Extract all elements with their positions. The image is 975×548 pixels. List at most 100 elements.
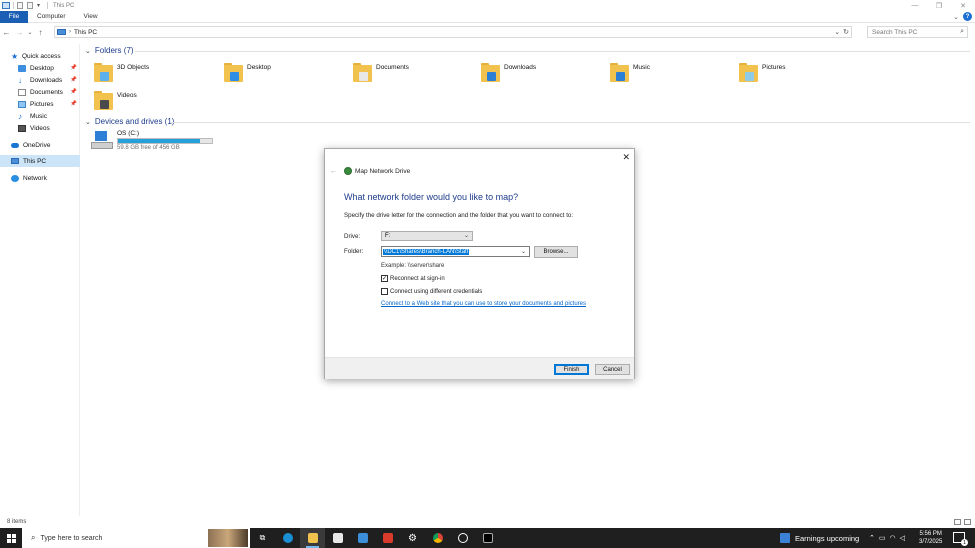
web-storage-link[interactable]: Connect to a Web site that you can use t…	[381, 301, 586, 307]
terminal-icon	[482, 533, 493, 543]
sidebar-item-onedrive[interactable]: OneDrive	[0, 139, 80, 151]
sidebar-item-desktop[interactable]: Desktop 📌	[0, 62, 80, 74]
properties-icon[interactable]	[17, 2, 23, 9]
taskbar-settings[interactable]: ⚙	[400, 528, 425, 548]
folder-music[interactable]: Music	[610, 63, 650, 83]
gear-icon: ⚙	[408, 532, 417, 544]
taskbar-edge[interactable]	[275, 528, 300, 548]
sidebar-item-this-pc[interactable]: This PC	[0, 155, 80, 167]
cancel-button[interactable]: Cancel	[595, 364, 630, 375]
tab-view[interactable]: View	[75, 13, 107, 20]
drive-label: Drive:	[344, 233, 361, 240]
taskbar-chrome[interactable]	[425, 528, 450, 548]
up-arrow-icon[interactable]: ↑	[34, 28, 47, 37]
browse-button[interactable]: Browse...	[534, 246, 578, 258]
address-history-icon[interactable]: ⌄	[834, 28, 840, 36]
chevron-down-icon[interactable]: ⌄	[521, 248, 526, 255]
taskbar-terminal[interactable]	[475, 528, 500, 548]
drive-usage-fill	[118, 139, 200, 143]
folder-label: Downloads	[504, 64, 537, 71]
task-view-button[interactable]: ⧉	[250, 528, 275, 548]
folder-icon	[739, 63, 758, 83]
folder-path-combobox[interactable]: \\DC1\Shares\Branch-LAN\Staff ⌄	[381, 246, 530, 257]
battery-icon[interactable]: ▭	[879, 534, 886, 542]
clock[interactable]: 5:56 PM 3/7/2025	[919, 530, 942, 546]
credentials-checkbox[interactable]	[381, 288, 388, 295]
taskbar-store[interactable]	[325, 528, 350, 548]
breadcrumb-this-pc[interactable]: This PC	[74, 29, 97, 36]
drive-letter-select[interactable]: F: ⌄	[381, 231, 473, 241]
help-icon[interactable]: ?	[963, 12, 972, 21]
file-tab[interactable]: File	[0, 10, 28, 23]
taskbar-app-circle[interactable]	[450, 528, 475, 548]
wifi-icon[interactable]: ◠	[890, 534, 896, 542]
tab-computer[interactable]: Computer	[28, 13, 75, 20]
view-toggle	[954, 519, 971, 525]
reconnect-checkbox[interactable]: ✓	[381, 275, 388, 282]
minimize-button[interactable]: —	[903, 0, 927, 11]
close-button[interactable]: ✕	[951, 0, 975, 11]
folder-3d-objects[interactable]: 3D Objects	[94, 63, 149, 83]
drive-os-c[interactable]: OS (C:) 59.8 GB free of 456 GB	[91, 130, 213, 151]
folder-label: Folder:	[344, 248, 364, 255]
sidebar-item-quick-access[interactable]: ★ Quick access	[0, 50, 80, 62]
map-network-drive-dialog: ✕ ← Map Network Drive What network folde…	[324, 148, 635, 379]
new-folder-icon[interactable]	[27, 2, 33, 9]
taskbar-app-red[interactable]	[375, 528, 400, 548]
dialog-header: ← Map Network Drive	[330, 167, 410, 175]
reconnect-option[interactable]: ✓ Reconnect at sign-in	[381, 275, 445, 282]
show-hidden-icons-icon[interactable]: ⌃	[869, 534, 875, 542]
weather-widget[interactable]: Earnings upcoming	[780, 528, 859, 548]
folder-desktop[interactable]: Desktop	[224, 63, 271, 83]
expand-ribbon-icon[interactable]: ⌄	[953, 13, 959, 21]
back-arrow-icon[interactable]: ←	[330, 168, 337, 175]
drive-free-space: 59.8 GB free of 456 GB	[117, 145, 180, 151]
sidebar-item-pictures[interactable]: Pictures 📌	[0, 98, 80, 110]
sidebar-item-network[interactable]: Network	[0, 172, 80, 184]
download-arrow-icon: ↓	[18, 75, 22, 85]
explorer-icon	[2, 2, 10, 9]
chevron-down-icon: ⌄	[85, 118, 91, 126]
folder-pictures[interactable]: Pictures	[739, 63, 785, 83]
address-bar[interactable]: › This PC ⌄ ↻	[54, 26, 852, 38]
folders-section-header[interactable]: ⌄ Folders (7)	[85, 46, 134, 55]
restore-button[interactable]: ❐	[927, 0, 951, 11]
search-box[interactable]: Search This PC ⌕	[867, 26, 968, 38]
folder-downloads[interactable]: Downloads	[481, 63, 536, 83]
search-icon[interactable]: ⌕	[960, 28, 964, 36]
ribbon-right: ⌄ ?	[953, 12, 972, 21]
folder-path-value[interactable]: \\DC1\Shares\Branch-LAN\Staff	[383, 248, 470, 255]
breadcrumb-chevron-icon[interactable]: ›	[69, 29, 71, 35]
windows-drive-icon	[91, 130, 113, 150]
taskbar-file-explorer[interactable]	[300, 528, 325, 548]
close-icon[interactable]: ✕	[622, 152, 630, 163]
volume-icon[interactable]: ◁	[900, 534, 905, 542]
pin-icon: 📌	[70, 89, 77, 95]
devices-section-header[interactable]: ⌄ Devices and drives (1)	[85, 117, 174, 126]
folder-videos[interactable]: Videos	[94, 91, 137, 111]
clock-time: 5:56 PM	[919, 531, 942, 537]
start-button[interactable]	[0, 528, 22, 548]
desktop-icon	[18, 64, 26, 72]
sidebar-item-downloads[interactable]: ↓ Downloads 📌	[0, 74, 80, 86]
taskbar-search[interactable]: ⌕ Type here to search	[22, 528, 250, 548]
sidebar-item-documents[interactable]: Documents 📌	[0, 86, 80, 98]
credentials-option[interactable]: Connect using different credentials	[381, 288, 482, 295]
taskbar-mail[interactable]	[350, 528, 375, 548]
search-highlight-image[interactable]	[208, 529, 248, 547]
ribbon: File Computer View ⌄ ?	[0, 10, 975, 23]
refresh-icon[interactable]: ↻	[843, 28, 849, 36]
folder-icon	[610, 63, 629, 83]
folder-icon	[481, 63, 500, 83]
section-title: Folders (7)	[94, 46, 134, 55]
sidebar-item-videos[interactable]: Videos	[0, 122, 80, 134]
sidebar-item-music[interactable]: ♪ Music	[0, 110, 80, 122]
folder-documents[interactable]: Documents	[353, 63, 409, 83]
customize-quick-access-icon[interactable]: ▾	[37, 2, 40, 9]
recent-locations-icon[interactable]: ⌄	[26, 29, 34, 36]
forward-arrow-icon[interactable]: →	[13, 28, 26, 37]
finish-button[interactable]: Finish	[554, 364, 589, 375]
large-icons-view-icon[interactable]	[964, 519, 971, 525]
back-arrow-icon[interactable]: ←	[0, 28, 13, 37]
details-view-icon[interactable]	[954, 519, 961, 525]
